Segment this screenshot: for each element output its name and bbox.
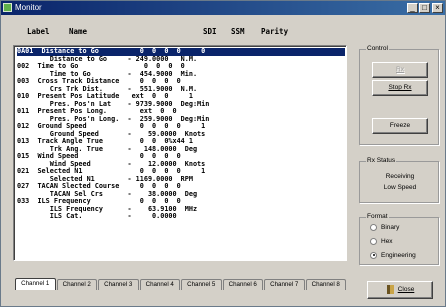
rx-button[interactable]: Rx (372, 62, 428, 78)
close-button[interactable]: Close (367, 281, 433, 299)
tab-channel-4[interactable]: Channel 4 (139, 279, 180, 290)
column-header-label: Label (27, 27, 50, 36)
tab-channel-7[interactable]: Channel 7 (264, 279, 305, 290)
format-group-label: Format (366, 213, 389, 221)
format-option-engineering-label: Engineering (381, 252, 416, 259)
format-option-binary-label: Binary (381, 224, 400, 231)
column-header-row: Label Name SDI SSM Parity (27, 27, 347, 39)
window-close-button[interactable]: × (432, 3, 443, 13)
tab-channel-3[interactable]: Channel 3 (98, 279, 139, 290)
door-icon (386, 284, 394, 294)
maximize-button[interactable]: □ (419, 3, 430, 13)
column-header-ssm: SSM (231, 27, 245, 36)
list-item[interactable]: ILS Cat. - 0.0000 (17, 212, 345, 221)
format-group: Format Binary Hex Engineering (359, 213, 439, 265)
tab-channel-1[interactable]: Channel 1 (15, 278, 56, 290)
tab-channel-5[interactable]: Channel 5 (181, 279, 222, 290)
window-title: Monitor (15, 3, 42, 12)
control-group-label: Control (366, 45, 389, 53)
rx-status-group: Rx Status Receiving Low Speed (359, 157, 439, 203)
label-data-list[interactable]: 0A01 Distance to Go 0 0 0 0 0 Distance t… (13, 45, 347, 261)
radio-icon (370, 251, 377, 259)
radio-icon (370, 223, 377, 231)
format-option-binary[interactable]: Binary (370, 223, 399, 233)
column-header-parity: Parity (261, 27, 289, 36)
close-button-label: Close (397, 286, 415, 293)
freeze-button[interactable]: Freeze (372, 118, 428, 134)
control-group: Control Rx Stop Rx Freeze (359, 45, 439, 145)
app-icon (3, 3, 12, 12)
title-bar[interactable]: Monitor _ □ × (1, 1, 445, 15)
radio-icon (370, 237, 377, 245)
rx-status-group-label: Rx Status (366, 157, 397, 165)
format-option-hex-label: Hex (381, 238, 393, 245)
minimize-button[interactable]: _ (407, 3, 418, 13)
tab-channel-8[interactable]: Channel 8 (305, 279, 346, 290)
rx-status-receiving: Receiving (385, 173, 415, 180)
stop-rx-button-label: Stop Rx (388, 84, 412, 91)
tab-channel-6[interactable]: Channel 6 (222, 279, 263, 290)
rx-status-speed: Low Speed (383, 184, 417, 191)
column-header-name: Name (69, 27, 88, 36)
tab-channel-2[interactable]: Channel 2 (56, 279, 97, 290)
column-header-sdi: SDI (203, 27, 217, 36)
format-option-hex[interactable]: Hex (370, 237, 393, 247)
stop-rx-button[interactable]: Stop Rx (372, 80, 428, 96)
rx-button-label: Rx (396, 66, 404, 73)
channel-tab-strip: Channel 1 Channel 2 Channel 3 Channel 4 Chan… (15, 278, 351, 291)
monitor-window: Monitor _ □ × Label Name SDI SSM Parity … (0, 0, 446, 307)
format-option-engineering[interactable]: Engineering (370, 251, 416, 261)
